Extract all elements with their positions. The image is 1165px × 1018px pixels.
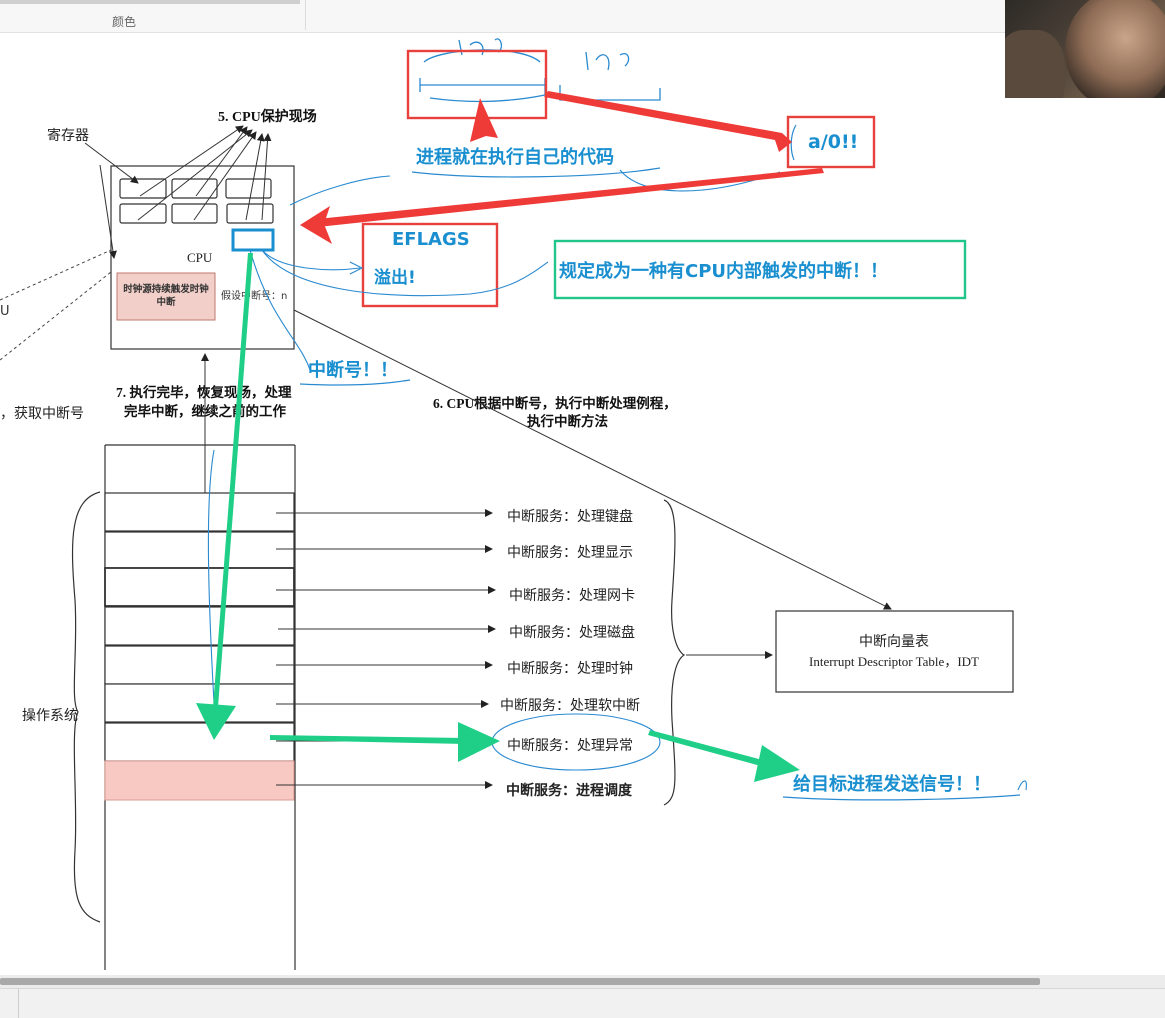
dashed-lines — [0, 249, 112, 361]
step7-line1: 7. 执行完毕，恢复现场，处理 — [116, 384, 292, 400]
cpu-internal-interrupt-annotation: 规定成为一种有CPU内部触发的中断！！ — [559, 260, 888, 282]
handwritten-timeline-scribble — [419, 38, 661, 103]
service-label-soft-interrupt: 中断服务：处理软中断 — [500, 698, 640, 714]
services-brace — [663, 499, 686, 806]
status-bar — [0, 988, 1165, 1018]
idt-box — [775, 610, 1014, 693]
irq-number-annotation: 中断号！！ — [308, 359, 398, 381]
service-label-scheduler: 中断服务：进程调度 — [506, 782, 633, 799]
step5-label: 5. CPU保护现场 — [218, 108, 317, 125]
left-get-irq-text: ，获取中断号 — [0, 406, 84, 422]
left-cut-text: U — [0, 304, 10, 319]
service-label-clock: 中断服务：处理时钟 — [507, 660, 633, 677]
overflow-annotation: 溢出! — [374, 267, 416, 288]
os-label: 操作系统 — [22, 708, 78, 724]
horizontal-scrollbar[interactable] — [0, 975, 1165, 988]
os-service-slots — [104, 492, 295, 762]
eflags-annotation: EFLAGS — [392, 229, 470, 250]
horizontal-scrollbar-thumb[interactable] — [0, 978, 1040, 985]
clock-source-text-2: 中断 — [156, 296, 176, 308]
div-zero-bracket — [790, 124, 797, 161]
service-label-network: 中断服务：处理网卡 — [509, 588, 635, 604]
status-bar-divider — [18, 989, 19, 1018]
cpu-label: CPU — [187, 250, 213, 265]
service-label-display: 中断服务：处理显示 — [507, 545, 633, 561]
assume-irq-text: 假设中断号：n — [221, 289, 287, 302]
service-labels: 中断服务：处理键盘 中断服务：处理显示 中断服务：处理网卡 中断服务：处理磁盘 … — [500, 508, 640, 799]
clock-source-text-1: 时钟源持续触发时钟 — [123, 283, 209, 295]
service-label-exception: 中断服务：处理异常 — [507, 738, 633, 754]
process-running-annotation: 进程就在执行自己的代码 — [416, 146, 614, 168]
cpu-to-idt-arrow — [293, 309, 892, 610]
scheduler-slot — [104, 760, 295, 801]
os-brace — [71, 491, 101, 923]
service-label-keyboard: 中断服务：处理键盘 — [507, 508, 633, 525]
step6-line2: 执行中断方法 — [527, 413, 608, 429]
send-signal-annotation: 给目标进程发送信号！！ — [793, 773, 991, 795]
idt-title: 中断向量表 — [859, 634, 929, 650]
diagram-canvas: CPU 时钟源持续触发时钟 中断 假设中断号：n 寄存器 5. CPU保护现场 … — [0, 38, 1027, 970]
registers-label: 寄存器 — [47, 127, 89, 144]
idt-subtitle: Interrupt Descriptor Table，IDT — [809, 654, 979, 669]
send-signal-underline — [782, 794, 1021, 801]
service-label-disk: 中断服务：处理磁盘 — [509, 624, 635, 641]
div-zero-annotation: a/0!! — [808, 131, 858, 153]
